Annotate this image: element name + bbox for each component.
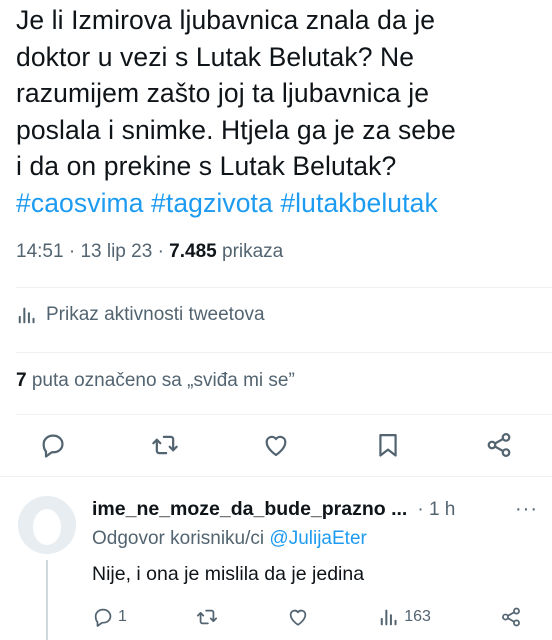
default-avatar-egg-icon [18,496,76,554]
hashtag-link[interactable]: #caosvima [16,188,144,218]
avatar[interactable] [18,496,76,554]
heart-icon [265,435,287,457]
reply-icon [94,608,112,627]
retweet-button[interactable] [148,428,182,462]
like-button[interactable] [259,428,293,462]
retweet-icon [196,609,218,625]
bookmark-button[interactable] [371,428,405,462]
hashtags: #caosvima #tagzivota #lutakbelutak [16,185,540,222]
divider [16,287,552,288]
tweet-activity-link[interactable]: Prikaz aktivnosti tweetova [16,304,265,326]
thread-line [46,560,48,640]
bookmark-icon [378,433,397,457]
likes-label: puta označeno sa „sviđa mi se” [31,370,295,391]
tweet-time[interactable]: 14:51 [16,241,64,262]
reply-reply-button[interactable]: 1 [92,606,127,628]
reply-count: 1 [118,608,127,625]
hashtag-link[interactable]: #tagzivota [151,188,273,218]
reply-to-handle[interactable]: @JulijaEter [269,528,366,549]
meta-separator: · [68,241,76,262]
views-label: prikaza [222,241,284,262]
reply-text: Nije, i ona je mislila da je jedina [92,563,365,585]
tweet-line: razumijem zašto joj ta ljubavnica je [16,78,430,108]
tweet-date[interactable]: 13 lip 23 [80,241,152,262]
likes-count: 7 [16,370,27,391]
meta-separator: · [157,241,164,262]
reply-to-label: Odgovor korisniku/ci [92,528,265,549]
reply-header: ime_ne_moze_da_bude_prazno ... · 1 h ··· [92,498,538,521]
activity-label: Prikaz aktivnosti tweetova [46,304,265,325]
views-count: 7.485 [169,241,217,262]
tweet-action-bar [36,428,516,462]
more-options-button[interactable]: ··· [515,498,538,521]
tweet-line: Je li Izmirova ljubavnica znala da je [16,5,436,35]
tweet-line: poslala i snimke. Htjela ga je za sebe [16,114,456,145]
share-icon [502,607,520,627]
reply-like-button[interactable] [287,606,309,628]
share-button[interactable] [482,428,516,462]
divider [16,414,552,415]
reply-tweet[interactable]: ime_ne_moze_da_bude_prazno ... · 1 h ···… [0,486,552,640]
reply-views-count: 163 [404,608,431,625]
reply-time[interactable]: · 1 h [417,499,455,521]
tweet-line: doktor u vezi s Lutak Belutak? Ne [16,41,415,72]
share-icon [487,433,511,457]
heart-icon [289,609,307,626]
reply-views-button[interactable]: 163 [378,606,431,628]
likes-summary[interactable]: 7 puta označeno sa „sviđa mi se” [16,370,295,392]
analytics-icon [18,307,35,324]
reply-retweet-button[interactable] [196,606,218,628]
retweet-icon [151,435,178,455]
analytics-icon [380,609,397,626]
divider [16,352,552,353]
divider [0,476,552,477]
reply-context: Odgovor korisniku/ci @JulijaEter [92,528,367,550]
reply-action-bar: 1 163 [92,606,522,628]
tweet-text: Je li Izmirova ljubavnica znala da je do… [16,2,540,221]
reply-button[interactable] [36,428,70,462]
hashtag-link[interactable]: #lutakbelutak [280,188,437,218]
tweet-meta: 14:51 · 13 lip 23 · 7.485 prikaza [16,238,283,266]
reply-username[interactable]: ime_ne_moze_da_bude_prazno ... [92,498,407,521]
reply-icon [42,434,64,458]
tweet-line: i da on prekine s Lutak Belutak? [16,151,397,181]
reply-share-button[interactable] [500,606,522,628]
